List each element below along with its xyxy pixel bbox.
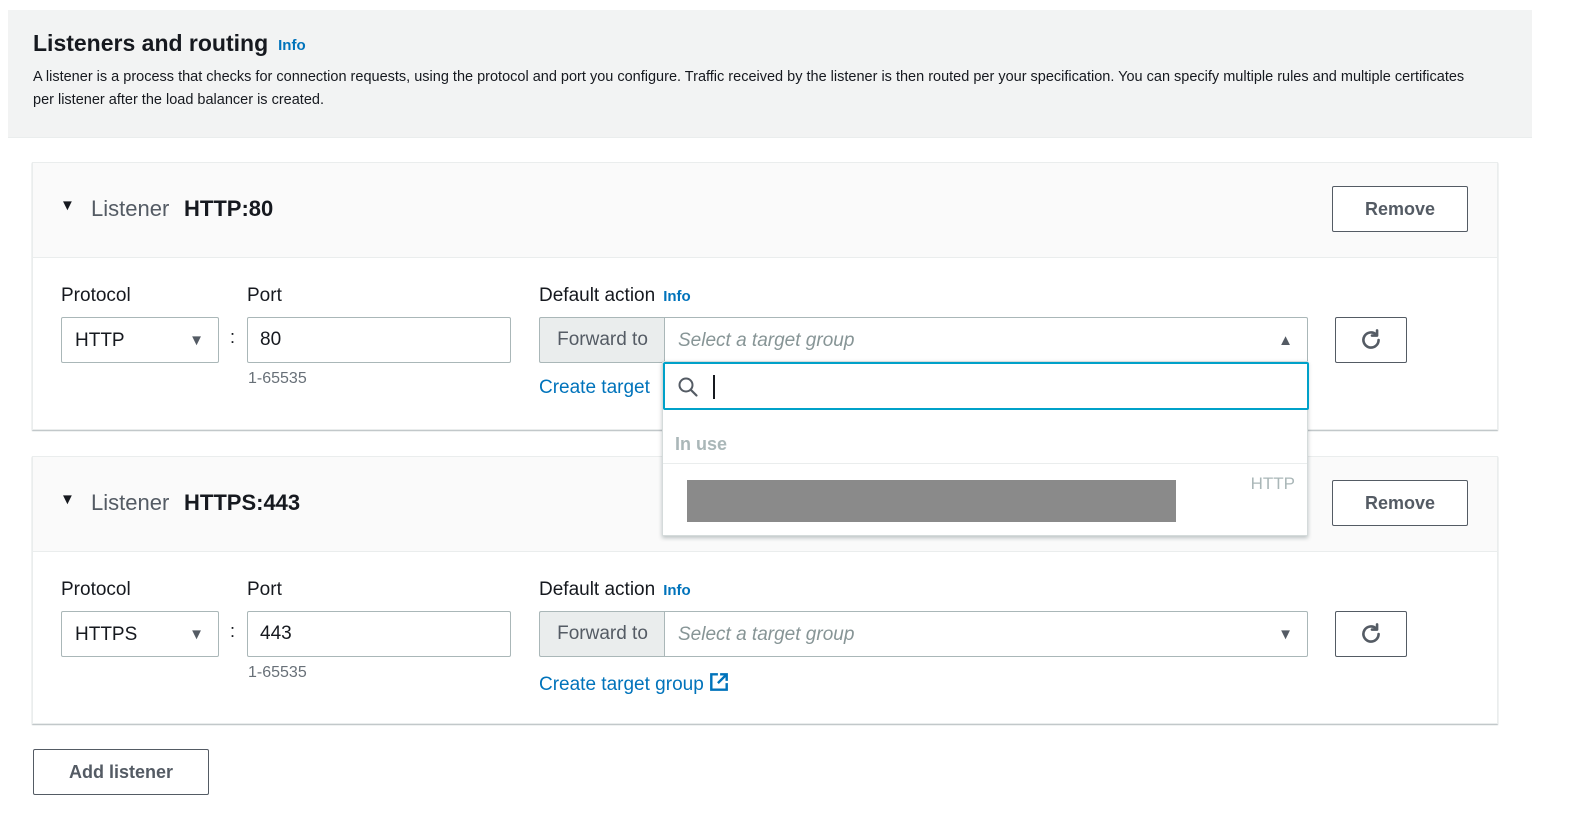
section-info-link[interactable]: Info bbox=[278, 37, 306, 54]
dropdown-option[interactable]: HTTP bbox=[663, 465, 1307, 535]
target-group-select[interactable]: Select a target group ▲ bbox=[664, 317, 1308, 363]
listener-label: Listener bbox=[91, 196, 170, 221]
port-label: Port bbox=[247, 579, 282, 600]
create-target-group-link[interactable]: Create target bbox=[539, 377, 650, 399]
section-header: Listeners and routing Info A listener is … bbox=[8, 10, 1532, 138]
default-action-text: Default action bbox=[539, 579, 656, 600]
protocol-select-value: HTTP bbox=[75, 330, 125, 351]
dropdown-group-label: In use bbox=[663, 410, 1307, 464]
caret-down-icon: ▼ bbox=[1278, 626, 1293, 643]
target-group-search-input[interactable] bbox=[663, 362, 1309, 410]
caret-down-icon: ▼ bbox=[189, 626, 204, 643]
protocol-port-separator: : bbox=[230, 327, 236, 347]
port-input[interactable] bbox=[247, 317, 511, 363]
listener-header: ▼ Listener HTTP:80 Remove bbox=[33, 163, 1497, 258]
port-label: Port bbox=[247, 285, 282, 306]
section-title-text: Listeners and routing bbox=[33, 30, 269, 56]
refresh-button[interactable] bbox=[1335, 317, 1407, 363]
protocol-label: Protocol bbox=[61, 579, 131, 600]
protocol-label: Protocol bbox=[61, 285, 131, 306]
add-listener-button[interactable]: Add listener bbox=[33, 749, 209, 795]
target-group-placeholder: Select a target group bbox=[678, 330, 855, 351]
target-group-placeholder: Select a target group bbox=[678, 624, 855, 645]
default-action-text: Default action bbox=[539, 285, 656, 306]
protocol-select-value: HTTPS bbox=[75, 624, 138, 645]
collapse-caret-icon[interactable]: ▼ bbox=[60, 491, 75, 508]
default-action-info-link[interactable]: Info bbox=[663, 582, 691, 599]
caret-up-icon: ▲ bbox=[1278, 332, 1293, 349]
collapse-caret-icon[interactable]: ▼ bbox=[60, 197, 75, 214]
default-action-label: Default action Info bbox=[539, 285, 691, 307]
listener-label: Listener bbox=[91, 490, 170, 515]
remove-listener-button[interactable]: Remove bbox=[1332, 186, 1468, 232]
listener-name: HTTP:80 bbox=[184, 196, 274, 221]
refresh-button[interactable] bbox=[1335, 611, 1407, 657]
port-input[interactable] bbox=[247, 611, 511, 657]
protocol-select[interactable]: HTTP ▼ bbox=[61, 317, 219, 363]
search-icon bbox=[678, 377, 698, 397]
listener-name: HTTPS:443 bbox=[184, 490, 301, 515]
forward-to-addon: Forward to bbox=[539, 611, 665, 657]
external-link-icon bbox=[709, 673, 728, 691]
redacted-target-group-name bbox=[687, 480, 1176, 522]
remove-listener-button[interactable]: Remove bbox=[1332, 480, 1468, 526]
caret-down-icon: ▼ bbox=[189, 332, 204, 349]
default-action-label: Default action Info bbox=[539, 579, 691, 601]
section-description: A listener is a process that checks for … bbox=[33, 69, 1465, 108]
refresh-icon bbox=[1362, 623, 1380, 643]
protocol-select[interactable]: HTTPS ▼ bbox=[61, 611, 219, 657]
create-target-group-text: Create target group bbox=[539, 674, 704, 695]
target-group-select[interactable]: Select a target group ▼ bbox=[664, 611, 1308, 657]
default-action-info-link[interactable]: Info bbox=[663, 288, 691, 305]
target-group-dropdown: In use HTTP bbox=[662, 361, 1309, 536]
protocol-port-separator: : bbox=[230, 621, 236, 641]
forward-to-addon: Forward to bbox=[539, 317, 665, 363]
text-cursor bbox=[713, 375, 715, 399]
create-target-group-link[interactable]: Create target group bbox=[539, 671, 730, 696]
section-title: Listeners and routing Info bbox=[33, 30, 306, 57]
port-range-hint: 1-65535 bbox=[248, 370, 307, 387]
refresh-icon bbox=[1362, 329, 1380, 349]
option-protocol: HTTP bbox=[1250, 474, 1295, 493]
port-range-hint: 1-65535 bbox=[248, 664, 307, 681]
